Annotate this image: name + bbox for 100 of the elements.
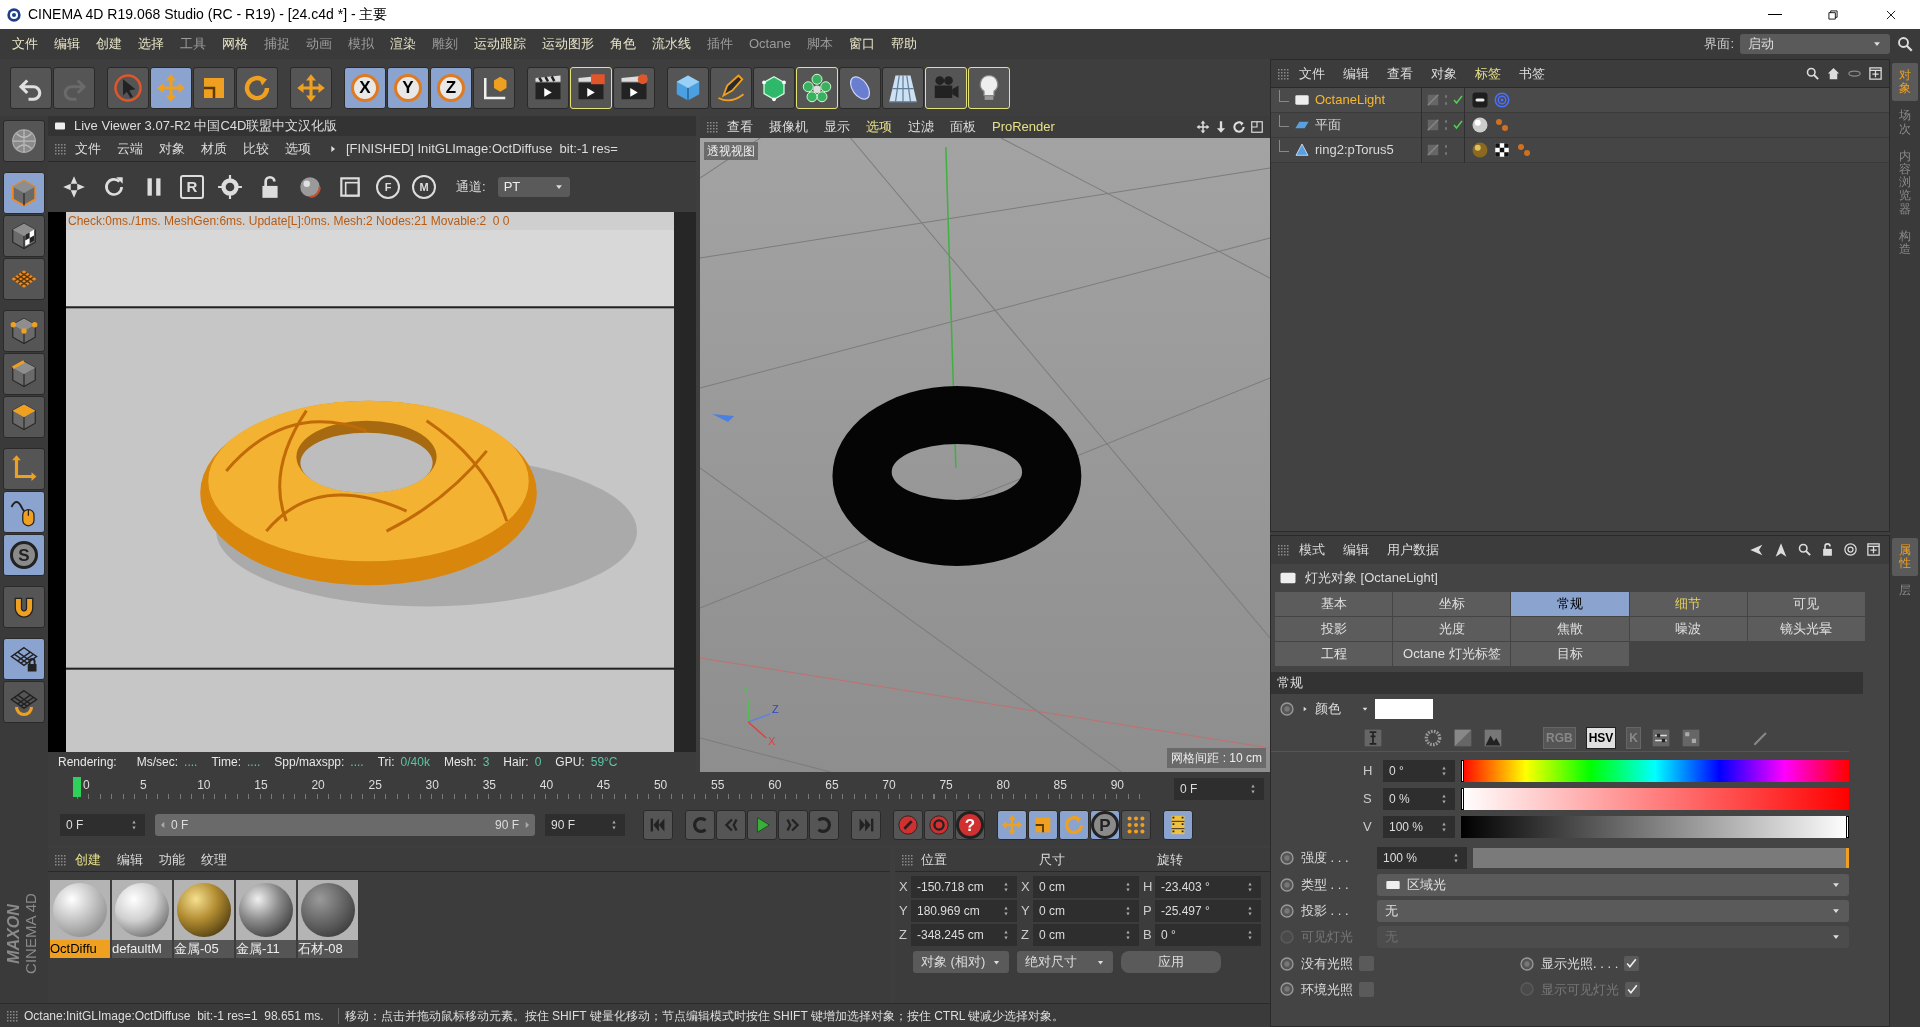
tab[interactable]: 常规 [1511,592,1629,616]
pin-button[interactable]: F [376,175,400,199]
apply-button[interactable]: 应用 [1121,951,1221,973]
value-field[interactable]: 0 % [1383,788,1455,810]
menu-item[interactable]: 模拟 [340,32,382,56]
menu-item[interactable]: 书签 [1511,63,1553,84]
menu-item[interactable]: 捕捉 [256,32,298,56]
coordinate-field[interactable]: -23.403 ° [1155,876,1261,898]
menu-item[interactable]: 选择 [130,32,172,56]
letter-tool-button[interactable]: R [180,175,204,199]
frame-range-slider[interactable]: 0 F 90 F [155,814,535,836]
menu-item[interactable]: 运动图形 [534,32,602,56]
end-frame-field[interactable]: 90 F [545,814,625,836]
coordinate-field[interactable]: 0 cm [1033,924,1139,946]
menu-item[interactable]: 流水线 [644,32,699,56]
menu-item[interactable]: 文件 [4,32,46,56]
letter-tool-button[interactable]: Z [430,66,472,109]
color-mode-button[interactable]: HSV [1585,726,1617,749]
menu-item[interactable]: 过滤 [901,117,941,137]
material-name[interactable]: 石材-08 [298,940,358,958]
menu-item[interactable]: 运动跟踪 [466,32,534,56]
tab[interactable]: 可见 [1747,592,1865,616]
menu-item[interactable]: 用户数据 [1379,540,1447,560]
tab[interactable]: 基本 [1275,592,1393,616]
tab[interactable]: Octane 灯光标签 [1393,642,1511,666]
tab[interactable]: 目标 [1511,642,1629,666]
menu-item[interactable]: 比较 [236,138,276,159]
menu-item[interactable]: 窗口 [840,32,883,56]
object-name[interactable]: ring2:pTorus5 [1315,140,1394,160]
menu-item[interactable]: 显示 [817,117,857,137]
start-frame-field[interactable]: 0 F [60,814,145,836]
tab[interactable]: 镜头光晕 [1747,617,1865,641]
menu-item[interactable]: 编辑 [1335,540,1377,560]
size-mode-dropdown[interactable]: 绝对尺寸 [1017,951,1113,973]
menu-item[interactable]: 文件 [1291,63,1333,84]
menu-item[interactable]: 编辑 [1335,63,1377,84]
value-field[interactable]: 100 % [1383,816,1455,838]
tab[interactable]: 投影 [1275,617,1393,641]
layout-dropdown[interactable]: 启动 [1740,34,1890,54]
letter-tool-button[interactable]: S [3,534,45,576]
menu-item[interactable]: Octane [741,32,799,56]
tab[interactable]: 焦散 [1511,617,1629,641]
menu-item[interactable]: 脚本 [798,32,841,56]
channel-dropdown[interactable]: PT [497,177,570,197]
menu-item[interactable]: 查看 [720,117,760,137]
property-dropdown[interactable]: 无 [1377,900,1849,922]
coordinate-field[interactable]: -150.718 cm [911,876,1017,898]
menu-item[interactable]: 查看 [1379,63,1421,84]
menu-item[interactable]: 文件 [68,138,108,159]
menu-item[interactable]: 动画 [298,32,340,56]
coordinate-field[interactable]: -348.245 cm [911,924,1017,946]
menu-item[interactable]: 材质 [194,138,234,159]
menu-item[interactable]: 云端 [110,138,150,159]
frame-field[interactable]: 0 F [1174,777,1264,800]
property-dropdown[interactable]: 区域光 [1377,874,1849,896]
material-name[interactable]: OctDiffu [50,940,110,958]
menu-item[interactable]: 渲染 [382,32,424,56]
menu-item[interactable]: 帮助 [882,32,925,56]
menu-item[interactable]: 摄像机 [762,117,815,137]
viewport-canvas[interactable]: 透视视图 Y Z X 网格间距 : 10 cm [700,138,1270,772]
letter-tool-button[interactable]: Y [387,66,429,109]
menu-item[interactable]: 对象 [1423,63,1465,84]
menu-item[interactable]: 选项 [278,138,318,159]
letter-tool-button[interactable]: P [1090,810,1120,840]
tab[interactable]: 光度 [1393,617,1511,641]
menu-item[interactable]: 标签 [1467,63,1509,84]
material-name[interactable]: 金属-11 [236,940,296,958]
coordinate-field[interactable]: 0 ° [1155,924,1261,946]
menu-item[interactable]: 雕刻 [424,32,466,56]
menu-item[interactable]: 面板 [943,117,983,137]
object-name[interactable]: OctaneLight [1315,90,1386,110]
help-button[interactable]: ? [955,810,985,840]
tab[interactable]: 工程 [1275,642,1393,666]
menu-item[interactable]: 编辑 [46,32,88,56]
coordinate-field[interactable]: 180.969 cm [911,900,1017,922]
menu-item[interactable]: 功能 [152,849,192,870]
tab[interactable]: 细节 [1629,592,1747,616]
value-field[interactable]: 100 % [1377,847,1467,869]
menu-item[interactable]: 选项 [859,117,899,137]
menu-item[interactable]: 对象 [152,138,192,159]
pin-button[interactable]: M [412,175,436,199]
tab[interactable]: 坐标 [1393,592,1511,616]
material-name[interactable]: defaultM [112,940,172,958]
letter-tool-button[interactable]: X [344,66,386,109]
menu-item[interactable]: 工具 [172,32,214,56]
material-name[interactable]: 金属-05 [174,940,234,958]
coordinate-field[interactable]: -25.497 ° [1155,900,1261,922]
menu-item[interactable]: 插件 [699,32,741,56]
menu-item[interactable]: 模式 [1291,540,1333,560]
coordinate-field[interactable]: 0 cm [1033,900,1139,922]
menu-item[interactable]: 创建 [88,32,130,56]
menu-item[interactable]: ProRender [985,117,1062,137]
tab[interactable]: 噪波 [1629,617,1747,641]
menu-item[interactable]: 创建 [68,849,108,870]
object-name[interactable]: 平面 [1315,115,1341,135]
menu-item[interactable]: 网格 [214,32,256,56]
value-field[interactable]: 0 ° [1383,760,1455,782]
coordinate-mode-dropdown[interactable]: 对象 (相对) [913,951,1009,973]
menu-item[interactable]: 角色 [602,32,644,56]
coordinate-field[interactable]: 0 cm [1033,876,1139,898]
